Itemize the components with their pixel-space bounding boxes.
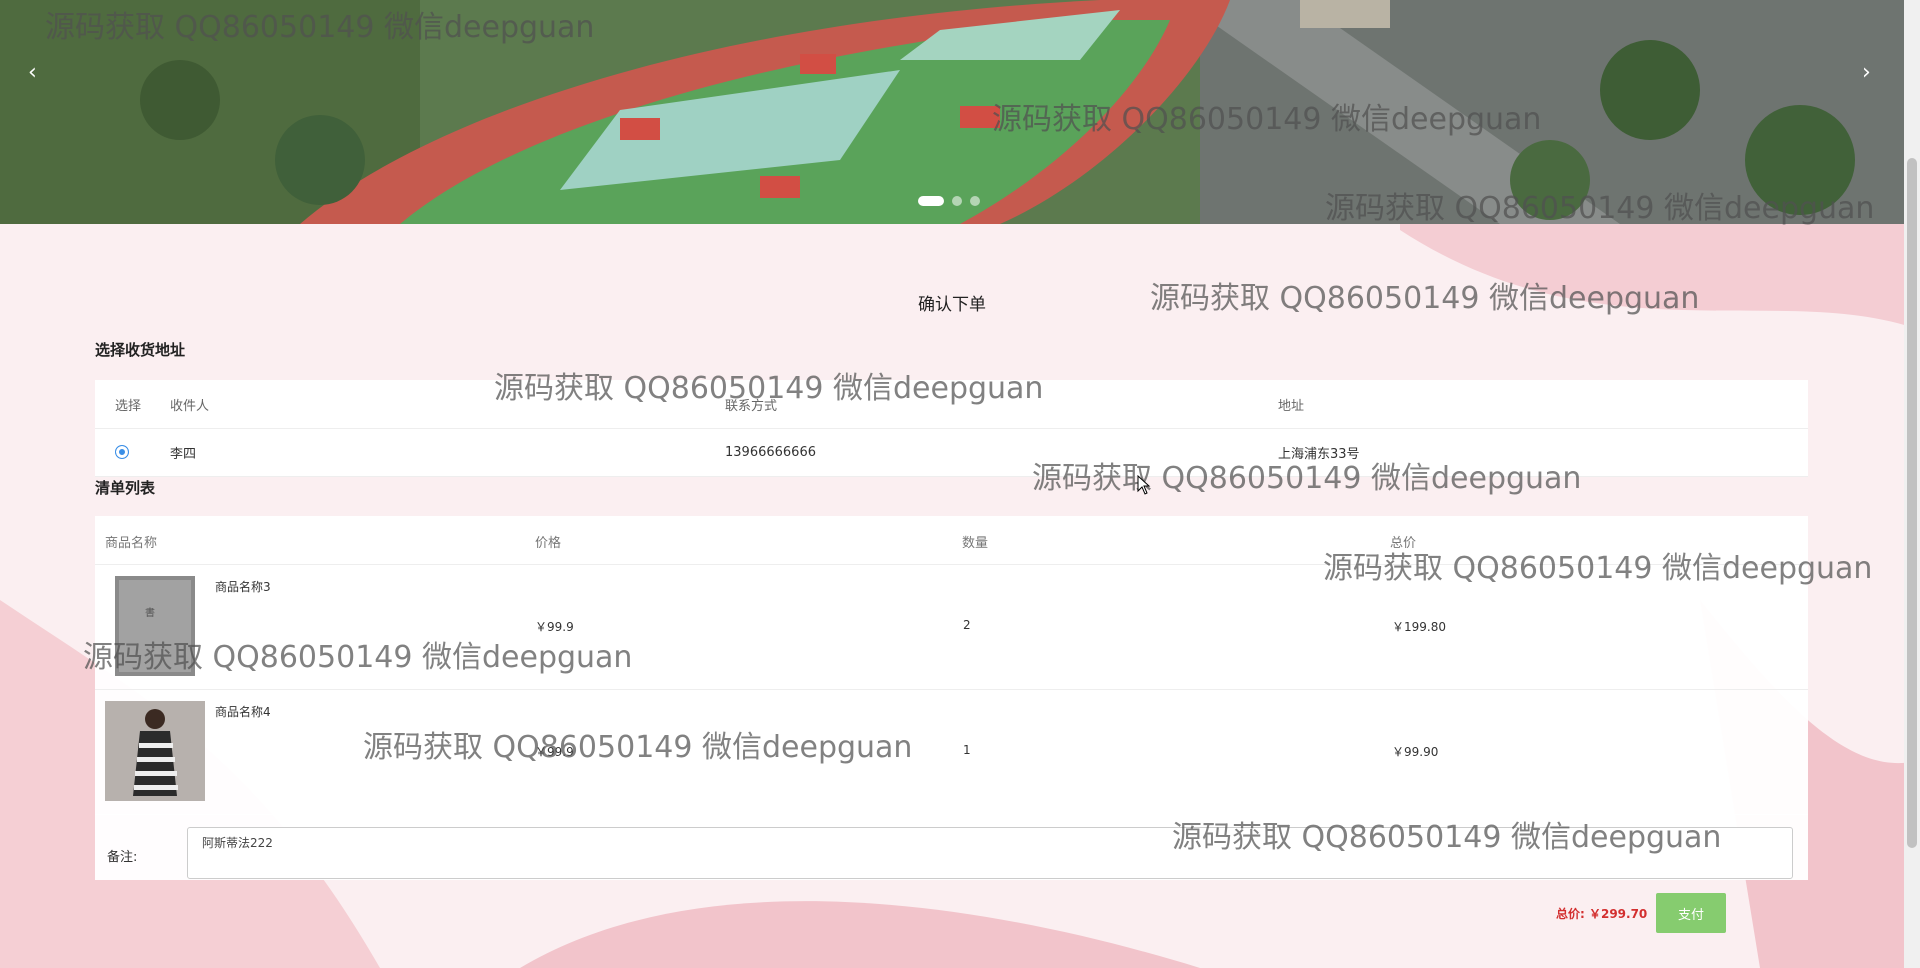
header-recipient: 收件人 [170, 398, 210, 414]
item-row: 商品名称4 ￥99.9 1 ￥99.90 [95, 689, 1808, 815]
carousel-dot-2[interactable] [952, 196, 962, 206]
page-scrollbar[interactable] [1904, 0, 1920, 968]
scrollbar-thumb[interactable] [1907, 158, 1917, 848]
order-items-table: 商品名称 价格 数量 总价 書 商品名称3 ￥99.9 2 ￥199.80 商品… [95, 516, 1808, 815]
header-name: 商品名称 [105, 536, 158, 551]
header-address: 地址 [1278, 398, 1305, 414]
product-image-book: 書 [115, 576, 195, 676]
carousel-prev-button[interactable]: ‹ [28, 60, 37, 85]
remark-label: 备注: [107, 850, 138, 865]
address-section-title: 选择收货地址 [95, 341, 186, 359]
address-recipient: 李四 [170, 446, 197, 462]
list-section-title: 清单列表 [95, 479, 156, 497]
item-price: ￥99.9 [535, 620, 574, 634]
header-select: 选择 [115, 398, 142, 414]
header-total: 总价 [1390, 536, 1417, 551]
product-image-dress [105, 701, 205, 801]
item-total: ￥99.90 [1392, 745, 1439, 759]
item-name: 商品名称3 [215, 580, 271, 594]
svg-text:書: 書 [145, 606, 155, 619]
item-price: ￥99.9 [535, 745, 574, 759]
banner-image [0, 0, 1904, 224]
address-contact: 13966666666 [725, 444, 816, 460]
page-title: 确认下单 [918, 295, 986, 315]
carousel-dot-3[interactable] [970, 196, 980, 206]
mouse-cursor-icon [1137, 475, 1151, 495]
address-row[interactable]: 李四 13966666666 上海浦东33号 [95, 428, 1808, 477]
carousel-indicators [918, 196, 980, 206]
remark-textarea[interactable]: 阿斯蒂法222 [187, 827, 1793, 879]
pay-button[interactable]: 支付 [1656, 893, 1726, 933]
banner-carousel: ‹ › [0, 0, 1904, 224]
remark-section: 备注: 阿斯蒂法222 [95, 814, 1808, 880]
header-contact: 联系方式 [725, 398, 778, 414]
carousel-next-button[interactable]: › [1862, 60, 1871, 85]
item-name: 商品名称4 [215, 705, 271, 719]
item-qty: 1 [963, 743, 971, 757]
address-table: 选择 收件人 联系方式 地址 李四 13966666666 上海浦东33号 [95, 380, 1808, 477]
address-text: 上海浦东33号 [1278, 446, 1360, 462]
item-qty: 2 [963, 618, 971, 632]
header-price: 价格 [535, 536, 562, 551]
address-table-header: 选择 收件人 联系方式 地址 [95, 380, 1808, 429]
item-row: 書 商品名称3 ￥99.9 2 ￥199.80 [95, 564, 1808, 690]
item-total: ￥199.80 [1392, 620, 1446, 634]
order-total: 总价: ￥299.70 [1556, 907, 1648, 921]
address-radio[interactable] [115, 445, 129, 459]
carousel-dot-1[interactable] [918, 196, 944, 206]
items-table-header: 商品名称 价格 数量 总价 [95, 516, 1808, 565]
header-qty: 数量 [962, 536, 989, 551]
